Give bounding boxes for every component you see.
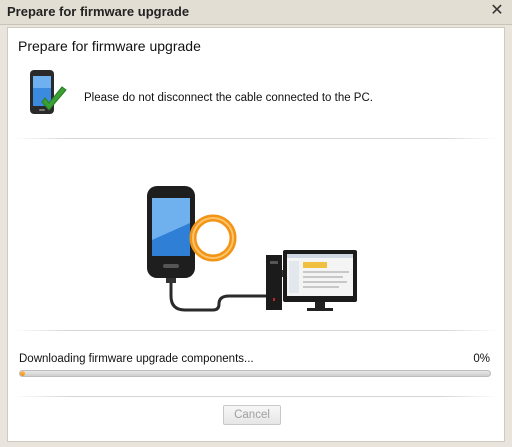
close-icon[interactable]: ✕	[488, 2, 506, 20]
divider	[14, 330, 498, 331]
window-title: Prepare for firmware upgrade	[7, 4, 190, 19]
phone-checkmark-icon	[30, 70, 67, 114]
progress-percent: 0%	[473, 353, 490, 365]
progress-bar	[19, 370, 491, 377]
cancel-button[interactable]: Cancel	[223, 405, 281, 425]
content-panel: Prepare for firmware upgrade Please do n…	[7, 27, 505, 442]
divider	[14, 396, 498, 397]
page-title: Prepare for firmware upgrade	[18, 38, 201, 54]
progress-status: Downloading firmware upgrade components.…	[19, 353, 254, 365]
progress-bar-fill	[20, 371, 25, 376]
phone-connected-to-pc-illustration	[147, 186, 357, 312]
disconnect-warning: Please do not disconnect the cable conne…	[84, 92, 373, 104]
divider	[14, 138, 498, 139]
title-bar: Prepare for firmware upgrade ✕	[0, 0, 512, 25]
firmware-upgrade-dialog: Prepare for firmware upgrade ✕ Prepare f…	[0, 0, 512, 447]
